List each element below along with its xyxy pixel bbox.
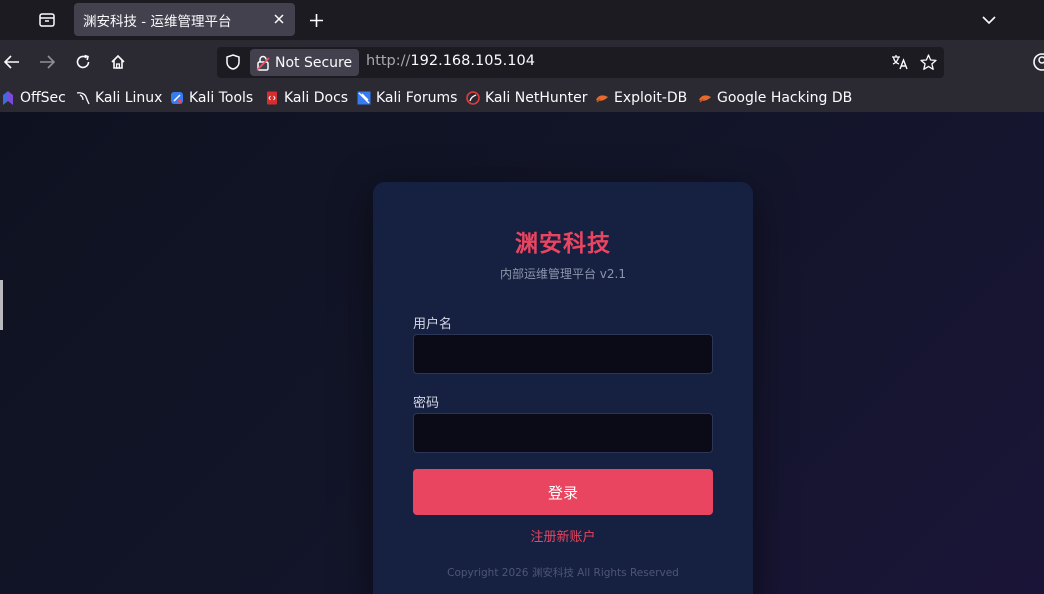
username-input[interactable] bbox=[413, 334, 713, 374]
ghdb-icon bbox=[698, 91, 712, 105]
sidebar-handle[interactable] bbox=[0, 280, 3, 330]
bookmark-label: Kali NetHunter bbox=[485, 90, 588, 106]
browser-tab-active[interactable]: 渊安科技 - 运维管理平台 bbox=[74, 3, 295, 36]
back-arrow-icon[interactable] bbox=[0, 50, 24, 74]
tab-strip: 渊安科技 - 运维管理平台 bbox=[0, 0, 1044, 40]
bookmark-label: Exploit-DB bbox=[614, 90, 688, 106]
bookmark-star-icon[interactable] bbox=[918, 52, 938, 72]
bookmark-label: Kali Forums bbox=[376, 90, 458, 106]
forward-arrow-icon[interactable] bbox=[35, 50, 59, 74]
url-host: 192.168.105.104 bbox=[410, 53, 535, 69]
close-icon[interactable] bbox=[271, 11, 287, 27]
home-icon[interactable] bbox=[106, 50, 130, 74]
kali-tools-icon bbox=[170, 91, 184, 105]
connection-info-button[interactable]: Not Secure bbox=[250, 49, 359, 76]
bookmark-kali-docs[interactable]: Kali Docs bbox=[265, 90, 348, 106]
login-button[interactable]: 登录 bbox=[413, 469, 713, 515]
kali-docs-icon bbox=[265, 91, 279, 105]
offsec-icon bbox=[1, 91, 15, 105]
bookmark-kali-forums[interactable]: Kali Forums bbox=[357, 90, 457, 106]
kali-dragon-icon bbox=[76, 91, 90, 105]
reload-icon[interactable] bbox=[71, 50, 95, 74]
kali-forums-icon bbox=[357, 91, 371, 105]
register-link[interactable]: 注册新账户 bbox=[373, 526, 753, 545]
bookmark-label: Kali Tools bbox=[189, 90, 254, 106]
bookmark-kali-nethunter[interactable]: Kali NetHunter bbox=[466, 90, 587, 106]
page-viewport: 渊安科技 内部运维管理平台 v2.1 用户名 密码 登录 注册新账户 Copyr… bbox=[0, 112, 1044, 594]
firefox-view-icon[interactable] bbox=[33, 8, 61, 32]
tab-title: 渊安科技 - 运维管理平台 bbox=[83, 13, 232, 30]
translate-icon[interactable] bbox=[890, 52, 910, 72]
username-label: 用户名 bbox=[413, 317, 453, 332]
nethunter-icon bbox=[466, 91, 480, 105]
exploit-db-icon bbox=[595, 91, 609, 105]
bookmark-kali-linux[interactable]: Kali Linux bbox=[76, 90, 162, 106]
not-secure-label: Not Secure bbox=[275, 54, 353, 71]
broken-lock-icon bbox=[256, 55, 270, 71]
copyright-text: Copyright 2026 渊安科技 All Rights Reserved bbox=[447, 567, 679, 579]
bookmark-kali-tools[interactable]: Kali Tools bbox=[170, 90, 253, 106]
bookmark-label: OffSec bbox=[20, 90, 66, 106]
bookmark-google-hacking-db[interactable]: Google Hacking DB bbox=[698, 90, 852, 106]
bookmark-label: Kali Linux bbox=[95, 90, 163, 106]
account-icon[interactable] bbox=[1032, 52, 1044, 72]
bookmark-label: Kali Docs bbox=[284, 90, 349, 106]
new-tab-button[interactable] bbox=[305, 9, 327, 31]
url-text[interactable]: http://192.168.105.104 bbox=[366, 53, 535, 69]
platform-subtitle: 内部运维管理平台 v2.1 bbox=[499, 267, 626, 281]
bookmark-exploit-db[interactable]: Exploit-DB bbox=[595, 90, 687, 106]
password-label: 密码 bbox=[413, 396, 440, 411]
chevron-down-icon[interactable] bbox=[978, 9, 1000, 31]
bookmark-offsec[interactable]: OffSec bbox=[1, 90, 66, 106]
tracking-shield-icon[interactable] bbox=[224, 53, 242, 71]
brand-title: 渊安科技 bbox=[515, 231, 611, 257]
password-input[interactable] bbox=[413, 413, 713, 453]
login-card: 渊安科技 内部运维管理平台 v2.1 用户名 密码 登录 注册新账户 Copyr… bbox=[373, 182, 753, 594]
bookmark-label: Google Hacking DB bbox=[717, 90, 853, 106]
url-protocol: http:// bbox=[366, 53, 411, 69]
